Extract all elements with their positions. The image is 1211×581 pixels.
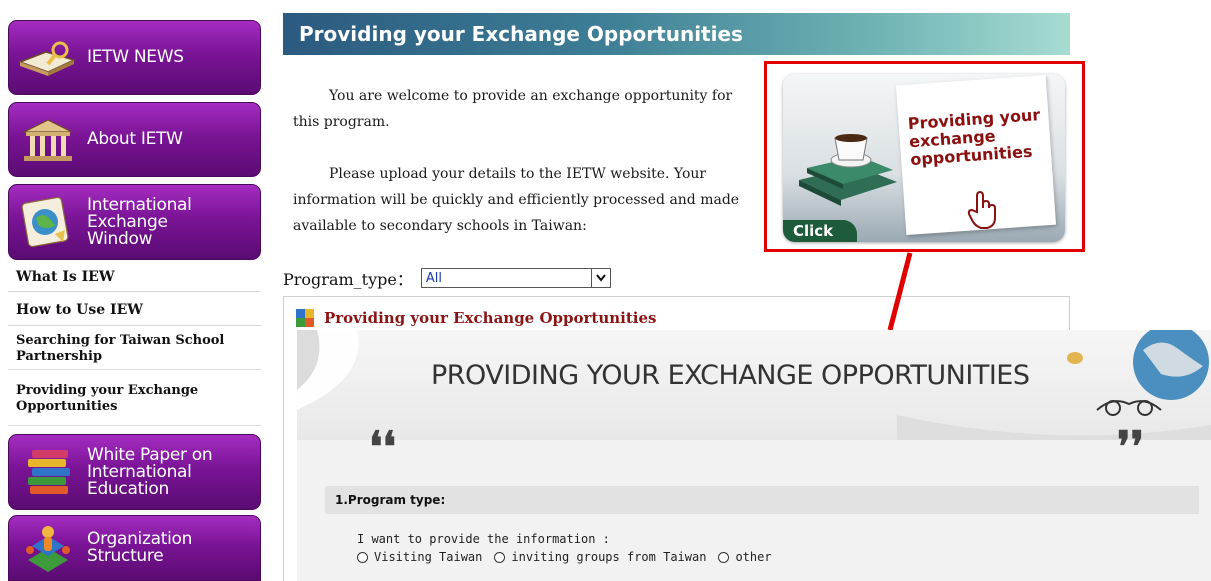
hand-pointer-icon [967,190,996,229]
content-heading-text: Providing your Exchange Opportunities [324,309,657,327]
radio-inviting-groups[interactable]: inviting groups from Taiwan [494,550,706,564]
sidebar-item-how-to-use-iew[interactable]: How to Use IEW [8,294,261,326]
radio-circle-icon [718,551,730,563]
intro-paragraph-2: Please upload your details to the IETW w… [293,166,740,234]
program-type-label: Program_type： [283,270,413,289]
highlight-box: Providing your exchange opportunities Cl… [764,61,1085,252]
book-magnifier-icon [9,21,87,94]
form-question: I want to provide the information : [357,532,610,546]
nav-white-paper[interactable]: White Paper on International Education [8,434,261,510]
nav-organization-structure[interactable]: Organization Structure [8,515,261,581]
books-stack-icon [9,435,87,509]
radio-other[interactable]: other [718,550,772,564]
form-title: PROVIDING YOUR EXCHANGE OPPORTUNITIES [431,360,1030,391]
sidebar-item-label: What Is IEW [16,268,115,285]
sidebar-item-label: Searching for Taiwan School Partnership [16,332,225,364]
nav-white-paper-label: White Paper on International Education [87,444,213,499]
nav-international-exchange-window-label: International Exchange Window [87,194,192,249]
radio-label: inviting groups from Taiwan [511,550,707,564]
radio-label: other [735,550,772,564]
sidebar-item-label: Providing your Exchange Opportunities [16,382,199,414]
radio-visiting-taiwan[interactable]: Visiting Taiwan [357,550,482,564]
chevron-down-icon [590,269,610,287]
nav-about-ietw[interactable]: About IETW [8,102,261,177]
sidebar-item-label: How to Use IEW [16,301,143,318]
radio-circle-icon [357,551,368,563]
radio-circle-icon [494,551,506,563]
org-structure-icon [9,516,87,580]
content-heading: Providing your Exchange Opportunities [296,309,656,327]
program-type-value: All [425,270,442,286]
intro-paragraph-1: You are welcome to provide an exchange o… [293,88,733,130]
globe-card-icon [9,185,87,259]
nav-about-ietw-label: About IETW [87,129,183,149]
cube-icon [296,309,314,327]
books-coffee-icon [799,134,897,206]
sidebar: IETW NEWS About IETW International Excha… [8,10,263,581]
program-type-select[interactable]: All [420,268,611,288]
close-quote-icon: ❜❜ [1117,422,1145,471]
nav-international-exchange-window[interactable]: International Exchange Window [8,184,261,260]
sidebar-item-searching-partnership[interactable]: Searching for Taiwan School Partnership [8,328,261,370]
nav-organization-structure-label: Organization Structure [87,529,193,566]
card-text: Providing your exchange opportunities [907,105,1041,170]
providing-opportunities-click-card[interactable]: Providing your exchange opportunities Cl… [783,74,1065,242]
nav-ietw-news-label: IETW NEWS [87,47,184,67]
click-label: Click [783,220,857,242]
form-section-header: 1.Program type: [325,486,1199,514]
form-banner: PROVIDING YOUR EXCHANGE OPPORTUNITIES [297,330,1211,440]
sidebar-item-providing-opportunities[interactable]: Providing your Exchange Opportunities [8,372,261,426]
open-quote-icon: ❛❛ [369,422,397,471]
globe-glasses-icon [1067,330,1209,416]
program-type-row: Program_type： All [283,266,611,290]
sidebar-item-what-is-iew[interactable]: What Is IEW [8,262,261,292]
page-title: Providing your Exchange Opportunities [283,13,1070,55]
program-type-options: Visiting Taiwan inviting groups from Tai… [357,550,772,564]
radio-label: Visiting Taiwan [374,550,483,564]
nav-ietw-news[interactable]: IETW NEWS [8,20,261,95]
form-preview-screenshot: PROVIDING YOUR EXCHANGE OPPORTUNITIES ❛❛… [297,330,1211,581]
building-icon [9,103,87,176]
